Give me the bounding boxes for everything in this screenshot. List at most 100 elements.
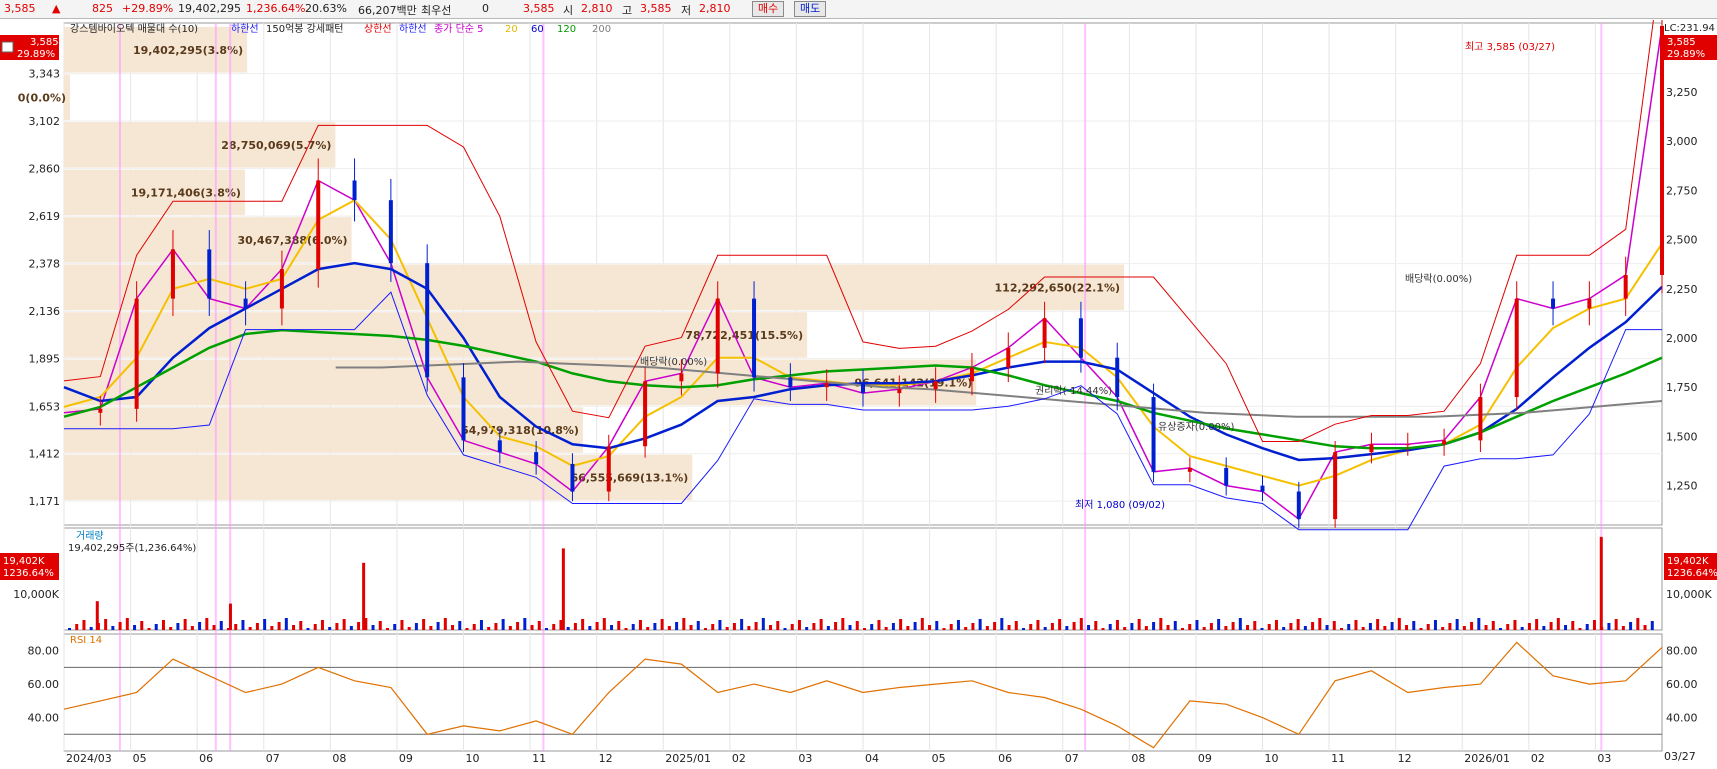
- volume-bar: [1072, 622, 1076, 630]
- candle-body: [352, 180, 357, 201]
- stock-chart[interactable]: 19,402,295(3.8%) 0(0.0%) 28,750,069(5.7%) 1…: [0, 20, 1717, 769]
- volume-bar: [812, 623, 816, 630]
- x-tick-label: 07: [1065, 752, 1079, 765]
- volume-bar: [1043, 627, 1047, 630]
- volume-bar: [1578, 628, 1582, 630]
- volume-bar: [234, 624, 238, 630]
- volume-title: 거래량: [76, 530, 104, 542]
- volume-bar: [1564, 625, 1568, 630]
- open-value: 2,810: [581, 2, 613, 15]
- volume-bar: [638, 620, 642, 630]
- volume-bar: [595, 622, 599, 630]
- candle-body: [316, 180, 321, 270]
- volume-bar: [205, 618, 209, 630]
- high-label: 고: [622, 4, 633, 17]
- volume-bar: [783, 628, 787, 630]
- grid-icon[interactable]: [1, 41, 14, 53]
- x-tick-label: 06: [199, 752, 213, 765]
- volume-bar: [508, 626, 512, 630]
- volume-bar: [89, 627, 93, 630]
- volume-ratio: 1,236.64%: [246, 2, 306, 15]
- volume-bar: [891, 623, 895, 630]
- volume-bar: [357, 622, 361, 630]
- legend-item: 강스템바이오텍 매물대 수(10): [70, 23, 198, 35]
- volume-bar: [819, 619, 823, 630]
- volume-summary: 19,402,295주(1,236.64%): [68, 543, 196, 554]
- volume-bar: [328, 627, 332, 630]
- volume-bar: [754, 622, 758, 630]
- volume-bar: [848, 625, 852, 630]
- buy-button[interactable]: 매수: [752, 1, 785, 17]
- high-annotation: 최고 3,585 (03/27): [1465, 41, 1555, 53]
- volume-bar: [1181, 628, 1184, 630]
- volume-profile-label: 112,292,650(22.1%): [995, 281, 1120, 294]
- low-label: 저: [681, 4, 692, 17]
- volume-bar: [1195, 620, 1199, 630]
- volume-bar: [797, 620, 801, 630]
- volume-bar: [465, 628, 469, 630]
- x-tick-label: 08: [332, 752, 346, 765]
- x-tick-label: 12: [599, 752, 613, 765]
- volume-bar: [971, 623, 975, 630]
- sell-button[interactable]: 매도: [794, 1, 827, 17]
- x-tick-label: 09: [1198, 752, 1212, 765]
- legend-item: 상한선: [364, 23, 392, 35]
- change-value: 825: [92, 2, 113, 15]
- open-label: 시: [563, 4, 574, 17]
- volume-bar: [1101, 628, 1105, 630]
- volume-bar: [1065, 626, 1069, 630]
- volume-bar: [1238, 618, 1242, 630]
- volume-bar: [378, 621, 382, 630]
- volume-bar: [68, 628, 71, 630]
- y-tick-left: 2,136: [29, 305, 61, 318]
- x-tick-label: 11: [532, 752, 546, 765]
- volume-bar: [1318, 618, 1322, 630]
- volume-bar: [667, 626, 671, 630]
- volume-bar: [1000, 618, 1004, 630]
- candle-body: [570, 463, 575, 492]
- lc-label: LC:231.94: [1664, 23, 1715, 34]
- volume-bar: [219, 621, 223, 630]
- volume-bar: [104, 619, 108, 630]
- volume-bar: [393, 624, 397, 630]
- volume-bar: [1614, 619, 1618, 630]
- pref-price: 3,585: [523, 2, 555, 15]
- volume-bar: [1448, 623, 1452, 630]
- candle-body: [497, 440, 502, 453]
- volume-bar: [537, 621, 541, 630]
- volume-bar: [530, 625, 534, 630]
- x-axis-right-label: 03/27: [1664, 750, 1696, 763]
- volume-bar: [1014, 621, 1018, 630]
- y-tick-right: 2,750: [1666, 184, 1698, 197]
- candle-body: [643, 381, 648, 447]
- volume-bar: [1426, 624, 1430, 630]
- volume-bar: [863, 628, 866, 630]
- volume-bar: [790, 624, 794, 630]
- candle-body: [170, 249, 175, 299]
- rsi-title: RSI 14: [70, 635, 102, 646]
- dividend-annotation-2: 배당락(0.00%): [1405, 273, 1472, 285]
- candle-body: [606, 446, 611, 492]
- legend-item: 20: [505, 24, 518, 35]
- candle-body: [1078, 318, 1083, 358]
- volume-bar: [248, 627, 252, 630]
- volume-bar: [479, 620, 483, 630]
- volume-bar: [1621, 626, 1625, 630]
- legend-item: 하한선: [399, 22, 427, 35]
- candle-body: [534, 452, 539, 464]
- x-tick-label: 03: [798, 752, 812, 765]
- volume-bar: [1513, 620, 1517, 630]
- candle-body: [1442, 440, 1447, 445]
- y-tick-right: 3,250: [1666, 86, 1698, 99]
- volume-bar: [624, 628, 628, 630]
- volume-bar: [660, 619, 664, 630]
- volume-bar: [1368, 623, 1372, 630]
- volume-bar: [436, 622, 440, 630]
- candle-body: [461, 377, 466, 441]
- volume-bar: [414, 623, 418, 630]
- volume-profile-label: 78,722,451(15.5%): [685, 329, 803, 342]
- volume-bar: [494, 623, 498, 630]
- volume-bar: [1361, 627, 1365, 630]
- paidin-annotation: 유상증자(0.00%): [1158, 421, 1234, 433]
- volume-bar: [1274, 620, 1278, 630]
